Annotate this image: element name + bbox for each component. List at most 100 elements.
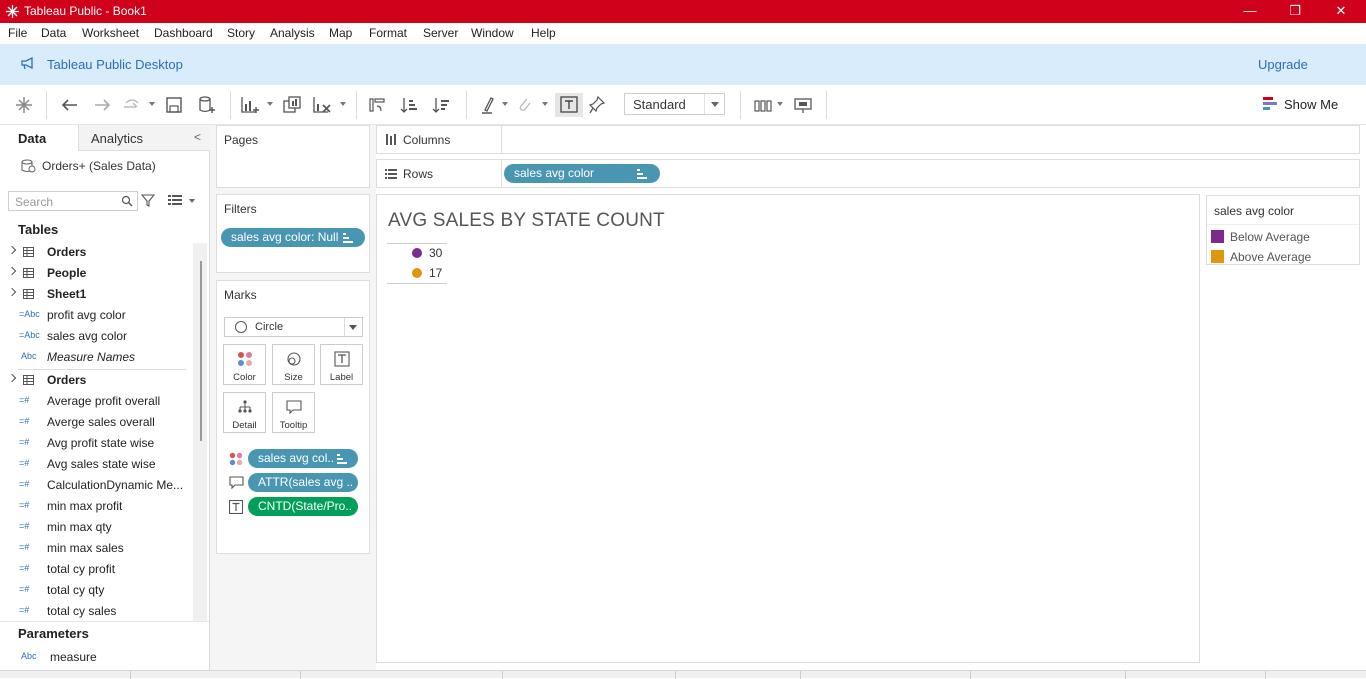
table-item-orders-measures[interactable]: Orders — [0, 370, 190, 391]
search-input[interactable]: Search — [8, 191, 138, 211]
calculated-string-icon: =Abc — [19, 330, 40, 340]
table-item-people[interactable]: People — [0, 263, 190, 284]
redo-icon[interactable] — [90, 93, 114, 117]
size-button[interactable]: Size — [272, 344, 315, 385]
expand-chevron-icon[interactable] — [7, 266, 17, 276]
duplicate-sheet-icon[interactable] — [280, 93, 304, 117]
circle-mark[interactable] — [412, 248, 422, 258]
replay-dropdown[interactable] — [149, 102, 155, 106]
field-item-sales-avg-color[interactable]: =Abc sales avg color — [0, 326, 190, 347]
clear-sheet-dropdown[interactable] — [340, 102, 346, 106]
upgrade-link[interactable]: Upgrade — [1258, 57, 1308, 72]
field-item-measure[interactable]: =# min max qty — [0, 517, 190, 538]
filter-pill[interactable]: sales avg color: Null — [221, 228, 365, 247]
replay-icon[interactable] — [120, 93, 144, 117]
menu-analysis[interactable]: Analysis — [270, 26, 315, 40]
search-placeholder: Search — [15, 195, 54, 209]
mark-type-select[interactable]: Circle — [224, 317, 363, 337]
tooltip-button[interactable]: Tooltip — [272, 392, 315, 433]
cards-dropdown[interactable] — [777, 102, 783, 106]
group-dropdown[interactable] — [542, 102, 548, 106]
menu-format[interactable]: Format — [369, 26, 407, 40]
field-item-measure-names[interactable]: Abc Measure Names — [0, 347, 190, 368]
menu-file[interactable]: File — [8, 26, 27, 40]
rows-shelf[interactable]: Rows sales avg color — [376, 159, 1360, 188]
field-item-measure[interactable]: =# Avg profit state wise — [0, 433, 190, 454]
view-options-icon[interactable] — [168, 194, 182, 206]
close-button[interactable]: ✕ — [1318, 0, 1364, 23]
color-button[interactable]: Color — [223, 344, 266, 385]
cards-icon[interactable] — [752, 93, 776, 117]
swap-rows-columns-icon[interactable] — [365, 93, 389, 117]
menu-window[interactable]: Window — [471, 26, 514, 40]
legend-header[interactable]: sales avg color — [1207, 196, 1359, 225]
menu-map[interactable]: Map — [329, 26, 352, 40]
clear-sheet-icon[interactable] — [310, 93, 334, 117]
toolbar-separator — [466, 91, 467, 119]
save-icon[interactable] — [162, 93, 186, 117]
menu-story[interactable]: Story — [227, 26, 255, 40]
menu-worksheet[interactable]: Worksheet — [82, 26, 139, 40]
collapse-pane-icon[interactable]: < — [194, 130, 201, 144]
field-item-profit-avg-color[interactable]: =Abc profit avg color — [0, 305, 190, 326]
sort-descending-icon[interactable] — [429, 93, 453, 117]
field-item-measure[interactable]: =# Avg sales state wise — [0, 454, 190, 475]
group-members-icon[interactable] — [513, 93, 537, 117]
label-button[interactable]: Label — [320, 344, 363, 385]
tooltip-pill[interactable]: ATTR(sales avg .. — [248, 473, 358, 492]
sort-ascending-icon[interactable] — [397, 93, 421, 117]
marks-card-title: Marks — [224, 288, 257, 302]
presentation-mode-icon[interactable] — [791, 93, 815, 117]
field-item-measure[interactable]: =# total cy profit — [0, 559, 190, 580]
view-options-dropdown[interactable] — [189, 199, 195, 203]
field-item-measure[interactable]: =# min max profit — [0, 496, 190, 517]
expand-chevron-icon[interactable] — [7, 287, 17, 297]
data-pane-scrollbar[interactable] — [193, 243, 207, 621]
new-worksheet-dropdown[interactable] — [267, 102, 273, 106]
fit-select[interactable]: Standard — [624, 93, 725, 115]
field-label: profit avg color — [47, 308, 126, 322]
pages-card[interactable]: Pages — [216, 125, 370, 188]
expand-chevron-icon[interactable] — [7, 245, 17, 255]
menu-help[interactable]: Help — [531, 26, 556, 40]
menu-data[interactable]: Data — [41, 26, 66, 40]
new-datasource-icon[interactable] — [194, 93, 218, 117]
filter-icon[interactable] — [141, 193, 155, 207]
table-label: Orders — [47, 373, 87, 387]
field-item-measure[interactable]: =# Averge sales overall — [0, 412, 190, 433]
field-item-measure[interactable]: =# total cy sales — [0, 601, 190, 622]
field-item-measure[interactable]: =# CalculationDynamic Me... — [0, 475, 190, 496]
color-pill[interactable]: sales avg col.. — [248, 449, 358, 468]
minimize-button[interactable]: — — [1227, 0, 1273, 23]
fix-axes-icon[interactable] — [586, 93, 610, 117]
filters-card[interactable]: Filters sales avg color: Null — [216, 194, 370, 273]
maximize-button[interactable]: ❐ — [1272, 0, 1318, 23]
undo-icon[interactable] — [58, 93, 82, 117]
label-pill[interactable]: CNTD(State/Pro.. — [248, 497, 358, 516]
field-item-measure[interactable]: =# total cy qty — [0, 580, 190, 601]
show-mark-labels-icon[interactable] — [555, 93, 583, 117]
tab-analytics[interactable]: Analytics < — [78, 125, 210, 151]
legend-title: sales avg color — [1214, 204, 1295, 218]
tableau-home-icon[interactable] — [12, 93, 36, 117]
menu-server[interactable]: Server — [423, 26, 458, 40]
field-item-measure[interactable]: =# min max sales — [0, 538, 190, 559]
expand-chevron-icon[interactable] — [7, 373, 17, 383]
new-worksheet-icon[interactable] — [238, 93, 262, 117]
columns-shelf[interactable]: Columns — [376, 125, 1360, 154]
table-item-orders[interactable]: Orders — [0, 242, 190, 263]
table-item-sheet1[interactable]: Sheet1 — [0, 284, 190, 305]
highlight-icon[interactable] — [476, 93, 500, 117]
parameter-item-measure[interactable]: Abc measure — [0, 647, 190, 668]
circle-mark[interactable] — [412, 268, 422, 278]
tab-data[interactable]: Data — [0, 125, 78, 151]
sort-icon — [337, 454, 347, 464]
menu-dashboard[interactable]: Dashboard — [154, 26, 213, 40]
field-item-measure[interactable]: =# Average profit overall — [0, 391, 190, 412]
rows-pill[interactable]: sales avg color — [504, 164, 660, 183]
highlight-dropdown[interactable] — [502, 102, 508, 106]
scrollbar-thumb[interactable] — [200, 261, 202, 441]
sheet-tabs-bar — [0, 670, 1366, 679]
data-pane: Data Analytics < Orders+ (Sales Data) Se… — [0, 125, 210, 670]
detail-button[interactable]: Detail — [223, 392, 266, 433]
